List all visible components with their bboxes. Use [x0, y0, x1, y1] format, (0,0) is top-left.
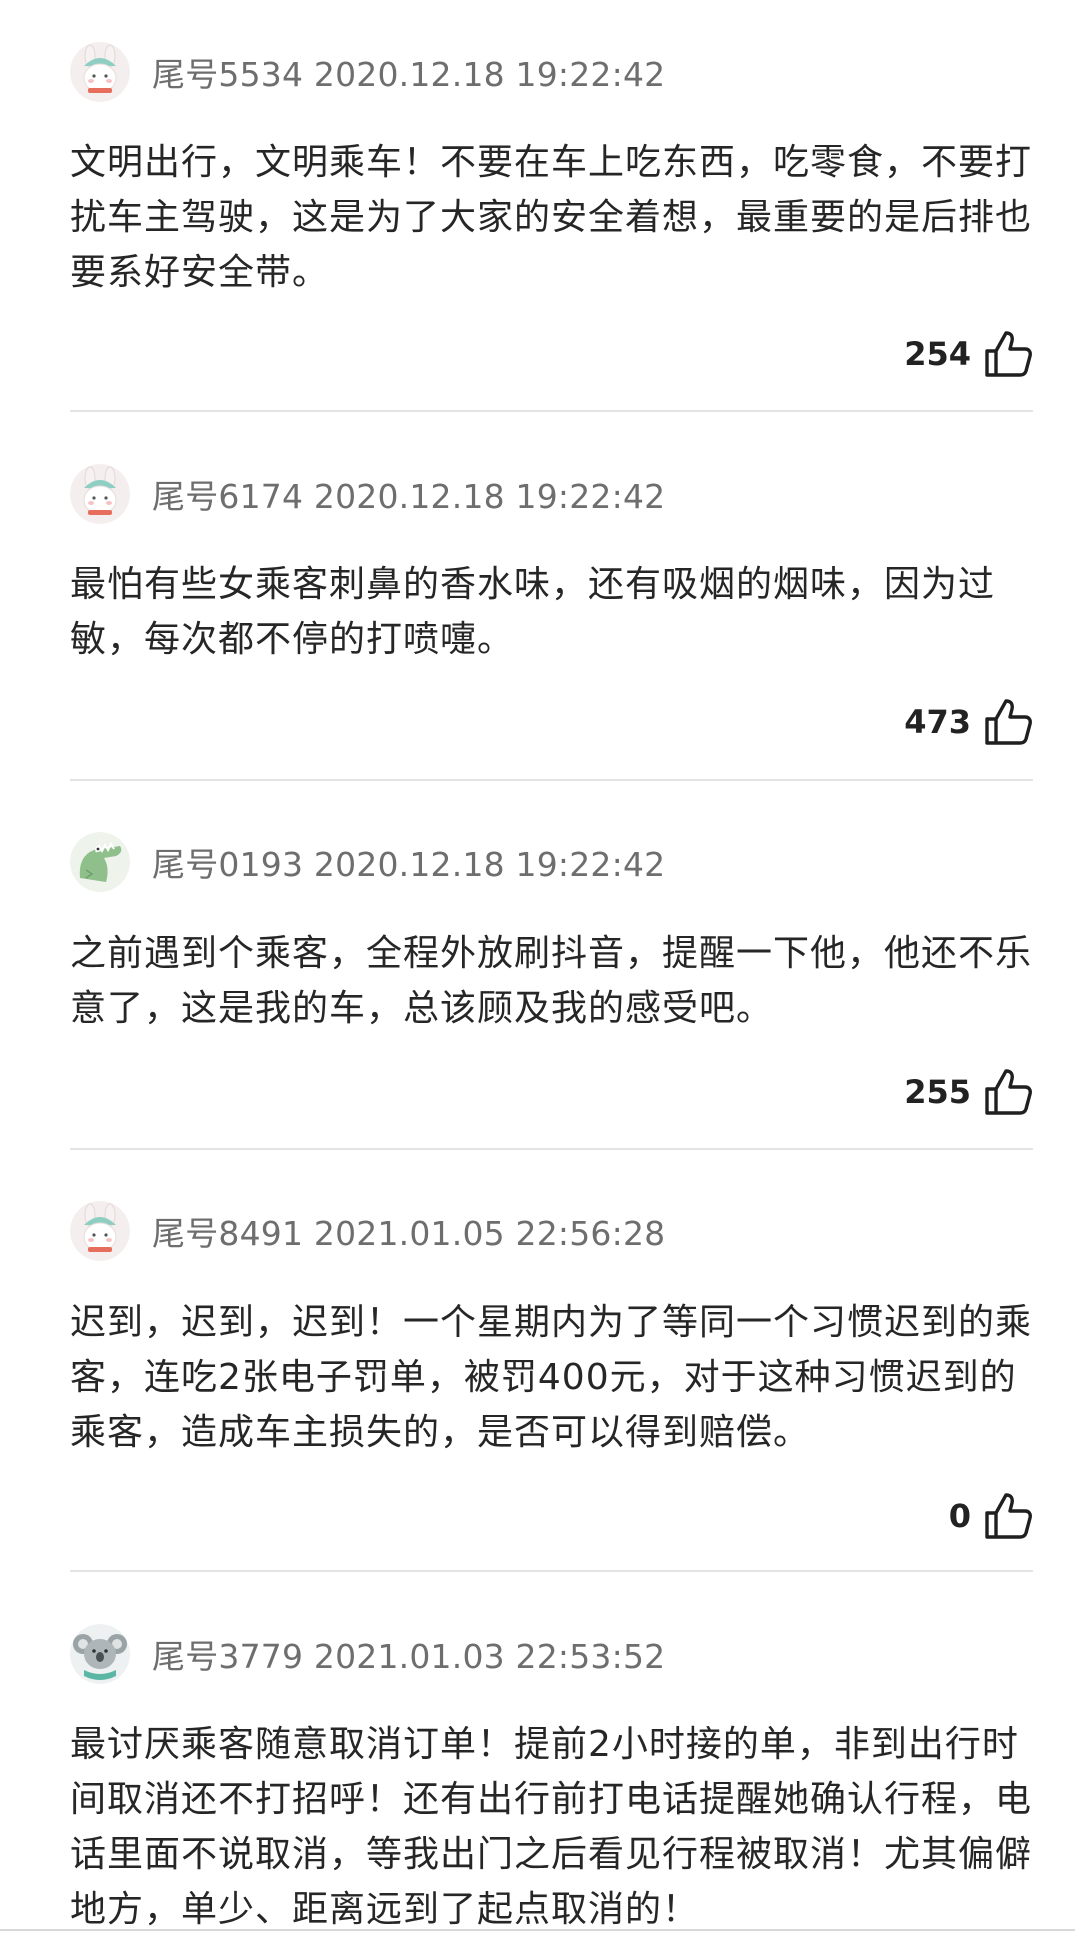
avatar[interactable]: [70, 1201, 130, 1261]
comment-meta: 尾号6174 2020.12.18 19:22:42: [152, 470, 665, 518]
comment-text: 之前遇到个乘客，全程外放刷抖音，提醒一下他，他还不乐意了，这是我的车，总该顾及我…: [70, 933, 1033, 1029]
bunny-hat-avatar-icon: [70, 1201, 130, 1261]
comment-header: 尾号5534 2020.12.18 19:22:42: [70, 36, 665, 108]
comment-text: 最讨厌乘客随意取消订单！提前2小时接的单，非到出行时间取消还不打招呼！还有出行前…: [70, 1724, 1033, 1930]
comment-time: 2020.12.18 19:22:42: [313, 477, 666, 516]
comment-header: 尾号0193 2020.12.18 19:22:42: [70, 826, 665, 898]
comment-header: 尾号8491 2021.01.05 22:56:28: [70, 1195, 665, 1267]
bunny-hat-avatar-icon: [70, 464, 130, 524]
comment-header: 尾号3779 2021.01.03 22:53:52: [70, 1618, 665, 1690]
thumbs-up-icon[interactable]: [983, 329, 1033, 379]
divider: [70, 410, 1033, 412]
comment-user: 尾号3779: [152, 1637, 304, 1676]
like-button[interactable]: 255: [904, 1064, 1033, 1120]
comment-user: 尾号5534: [152, 55, 304, 94]
like-button[interactable]: 473: [904, 694, 1033, 750]
like-button[interactable]: 254: [904, 326, 1033, 382]
bunny-hat-avatar-icon: [70, 42, 130, 102]
comment-list: 尾号5534 2020.12.18 19:22:42 文明出行，文明乘车！不要在…: [0, 0, 1075, 1945]
comment-header: 尾号6174 2020.12.18 19:22:42: [70, 458, 665, 530]
comment-time: 2020.12.18 19:22:42: [313, 845, 666, 884]
comment-time: 2021.01.03 22:53:52: [313, 1637, 666, 1676]
avatar[interactable]: [70, 832, 130, 892]
comment-meta: 尾号0193 2020.12.18 19:22:42: [152, 838, 665, 886]
like-count: 0: [948, 1497, 971, 1535]
comment-user: 尾号0193: [152, 845, 304, 884]
divider: [70, 1148, 1033, 1150]
thumbs-up-icon[interactable]: [983, 1491, 1033, 1541]
avatar[interactable]: [70, 464, 130, 524]
comment-user: 尾号6174: [152, 477, 304, 516]
divider: [70, 1570, 1033, 1572]
avatar[interactable]: [70, 1624, 130, 1684]
thumbs-up-icon[interactable]: [983, 1067, 1033, 1117]
comment-time: 2021.01.05 22:56:28: [313, 1214, 666, 1253]
divider: [70, 779, 1033, 781]
like-button[interactable]: 0: [949, 1488, 1033, 1544]
comment-user: 尾号8491: [152, 1214, 304, 1253]
koala-avatar-icon: [70, 1624, 130, 1684]
comment-text: 最怕有些女乘客刺鼻的香水味，还有吸烟的烟味，因为过敏，每次都不停的打喷嚏。: [70, 564, 996, 660]
avatar[interactable]: [70, 42, 130, 102]
crocodile-avatar-icon: [70, 832, 130, 892]
comment-meta: 尾号3779 2021.01.03 22:53:52: [152, 1630, 665, 1678]
comment-time: 2020.12.18 19:22:42: [313, 55, 666, 94]
comment-meta: 尾号5534 2020.12.18 19:22:42: [152, 48, 665, 96]
divider: [0, 1929, 1075, 1931]
like-count: 255: [904, 1073, 971, 1111]
like-count: 254: [904, 335, 971, 373]
like-count: 473: [904, 703, 971, 741]
comment-meta: 尾号8491 2021.01.05 22:56:28: [152, 1207, 665, 1255]
thumbs-up-icon[interactable]: [983, 697, 1033, 747]
comment-text: 迟到，迟到，迟到！一个星期内为了等同一个习惯迟到的乘客，连吃2张电子罚单，被罚4…: [70, 1302, 1033, 1453]
comment-text: 文明出行，文明乘车！不要在车上吃东西，吃零食，不要打扰车主驾驶，这是为了大家的安…: [70, 142, 1033, 293]
